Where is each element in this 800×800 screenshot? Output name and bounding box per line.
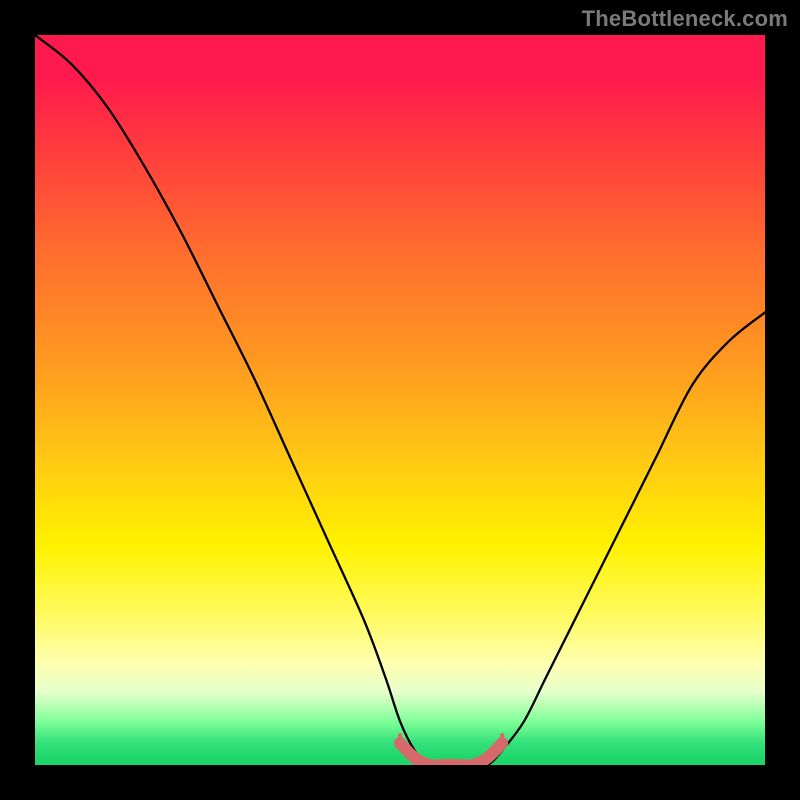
bottleneck-curve [35, 35, 765, 765]
chart-frame: TheBottleneck.com [0, 0, 800, 800]
minimum-highlight [400, 743, 502, 765]
curve-svg [35, 35, 765, 765]
plot-area [35, 35, 765, 765]
watermark-text: TheBottleneck.com [582, 6, 788, 32]
